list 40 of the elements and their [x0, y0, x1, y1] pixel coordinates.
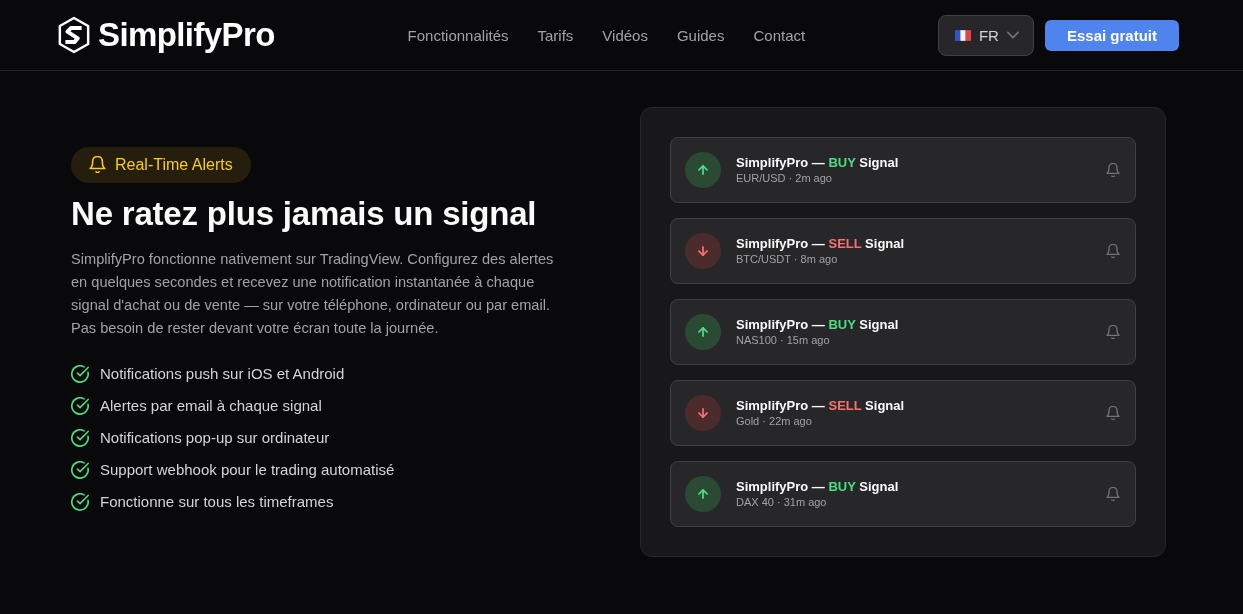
- nav-link[interactable]: Vidéos: [602, 26, 648, 44]
- feature-text: Alertes par email à chaque signal: [100, 397, 322, 414]
- logo-text: SimplifyPro: [98, 16, 275, 54]
- badge-text: Real-Time Alerts: [115, 155, 233, 174]
- check-circle-icon: [71, 428, 89, 447]
- flag-icon: [954, 29, 971, 41]
- bell-icon: [1106, 325, 1120, 339]
- nav-link[interactable]: Contact: [753, 26, 806, 44]
- feature-text: Support webhook pour le trading automatisé: [100, 461, 395, 478]
- bell-icon: [1106, 244, 1120, 258]
- alert-meta: EUR/USD · 2m ago: [736, 170, 833, 186]
- free-trial-button[interactable]: Essai gratuit: [1044, 19, 1179, 51]
- nav-link[interactable]: Guides: [676, 26, 725, 44]
- check-circle-icon: [71, 396, 89, 415]
- check-circle-icon: [71, 492, 89, 511]
- hero-title: Ne ratez plus jamais un signal: [71, 194, 538, 233]
- alert-meta: BTC/USDT · 8m ago: [736, 251, 839, 267]
- alert-title: SimplifyPro — SELL Signal: [736, 235, 906, 252]
- nav-link[interactable]: Fonctionnalités: [407, 26, 509, 44]
- hero-description: SimplifyPro fonctionne nativement sur TradingView. Configurez des alertes en quelques secondes et recevez une notification instantanée à chaque signal d'achat ou de vente — sur votre téléphone, ordinateur ou par email. Pas besoin de rester devant votre écran toute la journée.: [71, 249, 555, 338]
- check-circle-icon: [71, 460, 89, 479]
- feature-text: Notifications pop-up sur ordinateur: [100, 429, 330, 446]
- alert-meta: NAS100 · 15m ago: [736, 332, 831, 348]
- alert-title: SimplifyPro — SELL Signal: [736, 397, 906, 414]
- alert-meta: Gold · 22m ago: [736, 413, 813, 429]
- bell-icon: [1106, 163, 1120, 177]
- bell-icon: [89, 156, 106, 173]
- bell-icon: [1106, 406, 1120, 420]
- check-circle-icon: [71, 364, 89, 383]
- alert-title: SimplifyPro — BUY Signal: [736, 478, 900, 495]
- feature-text: Fonctionne sur tous les timeframes: [100, 493, 334, 510]
- feature-text: Notifications push sur iOS et Android: [100, 365, 345, 382]
- alert-meta: DAX 40 · 31m ago: [736, 494, 828, 510]
- nav-link[interactable]: Tarifs: [537, 26, 574, 44]
- chevron-down-icon: [1006, 29, 1019, 41]
- alert-title: SimplifyPro — BUY Signal: [736, 316, 900, 333]
- language-selector[interactable]: FR: [937, 14, 1034, 56]
- alert-title: SimplifyPro — BUY Signal: [736, 154, 900, 171]
- bell-icon: [1106, 487, 1120, 501]
- logo-icon: [57, 16, 91, 54]
